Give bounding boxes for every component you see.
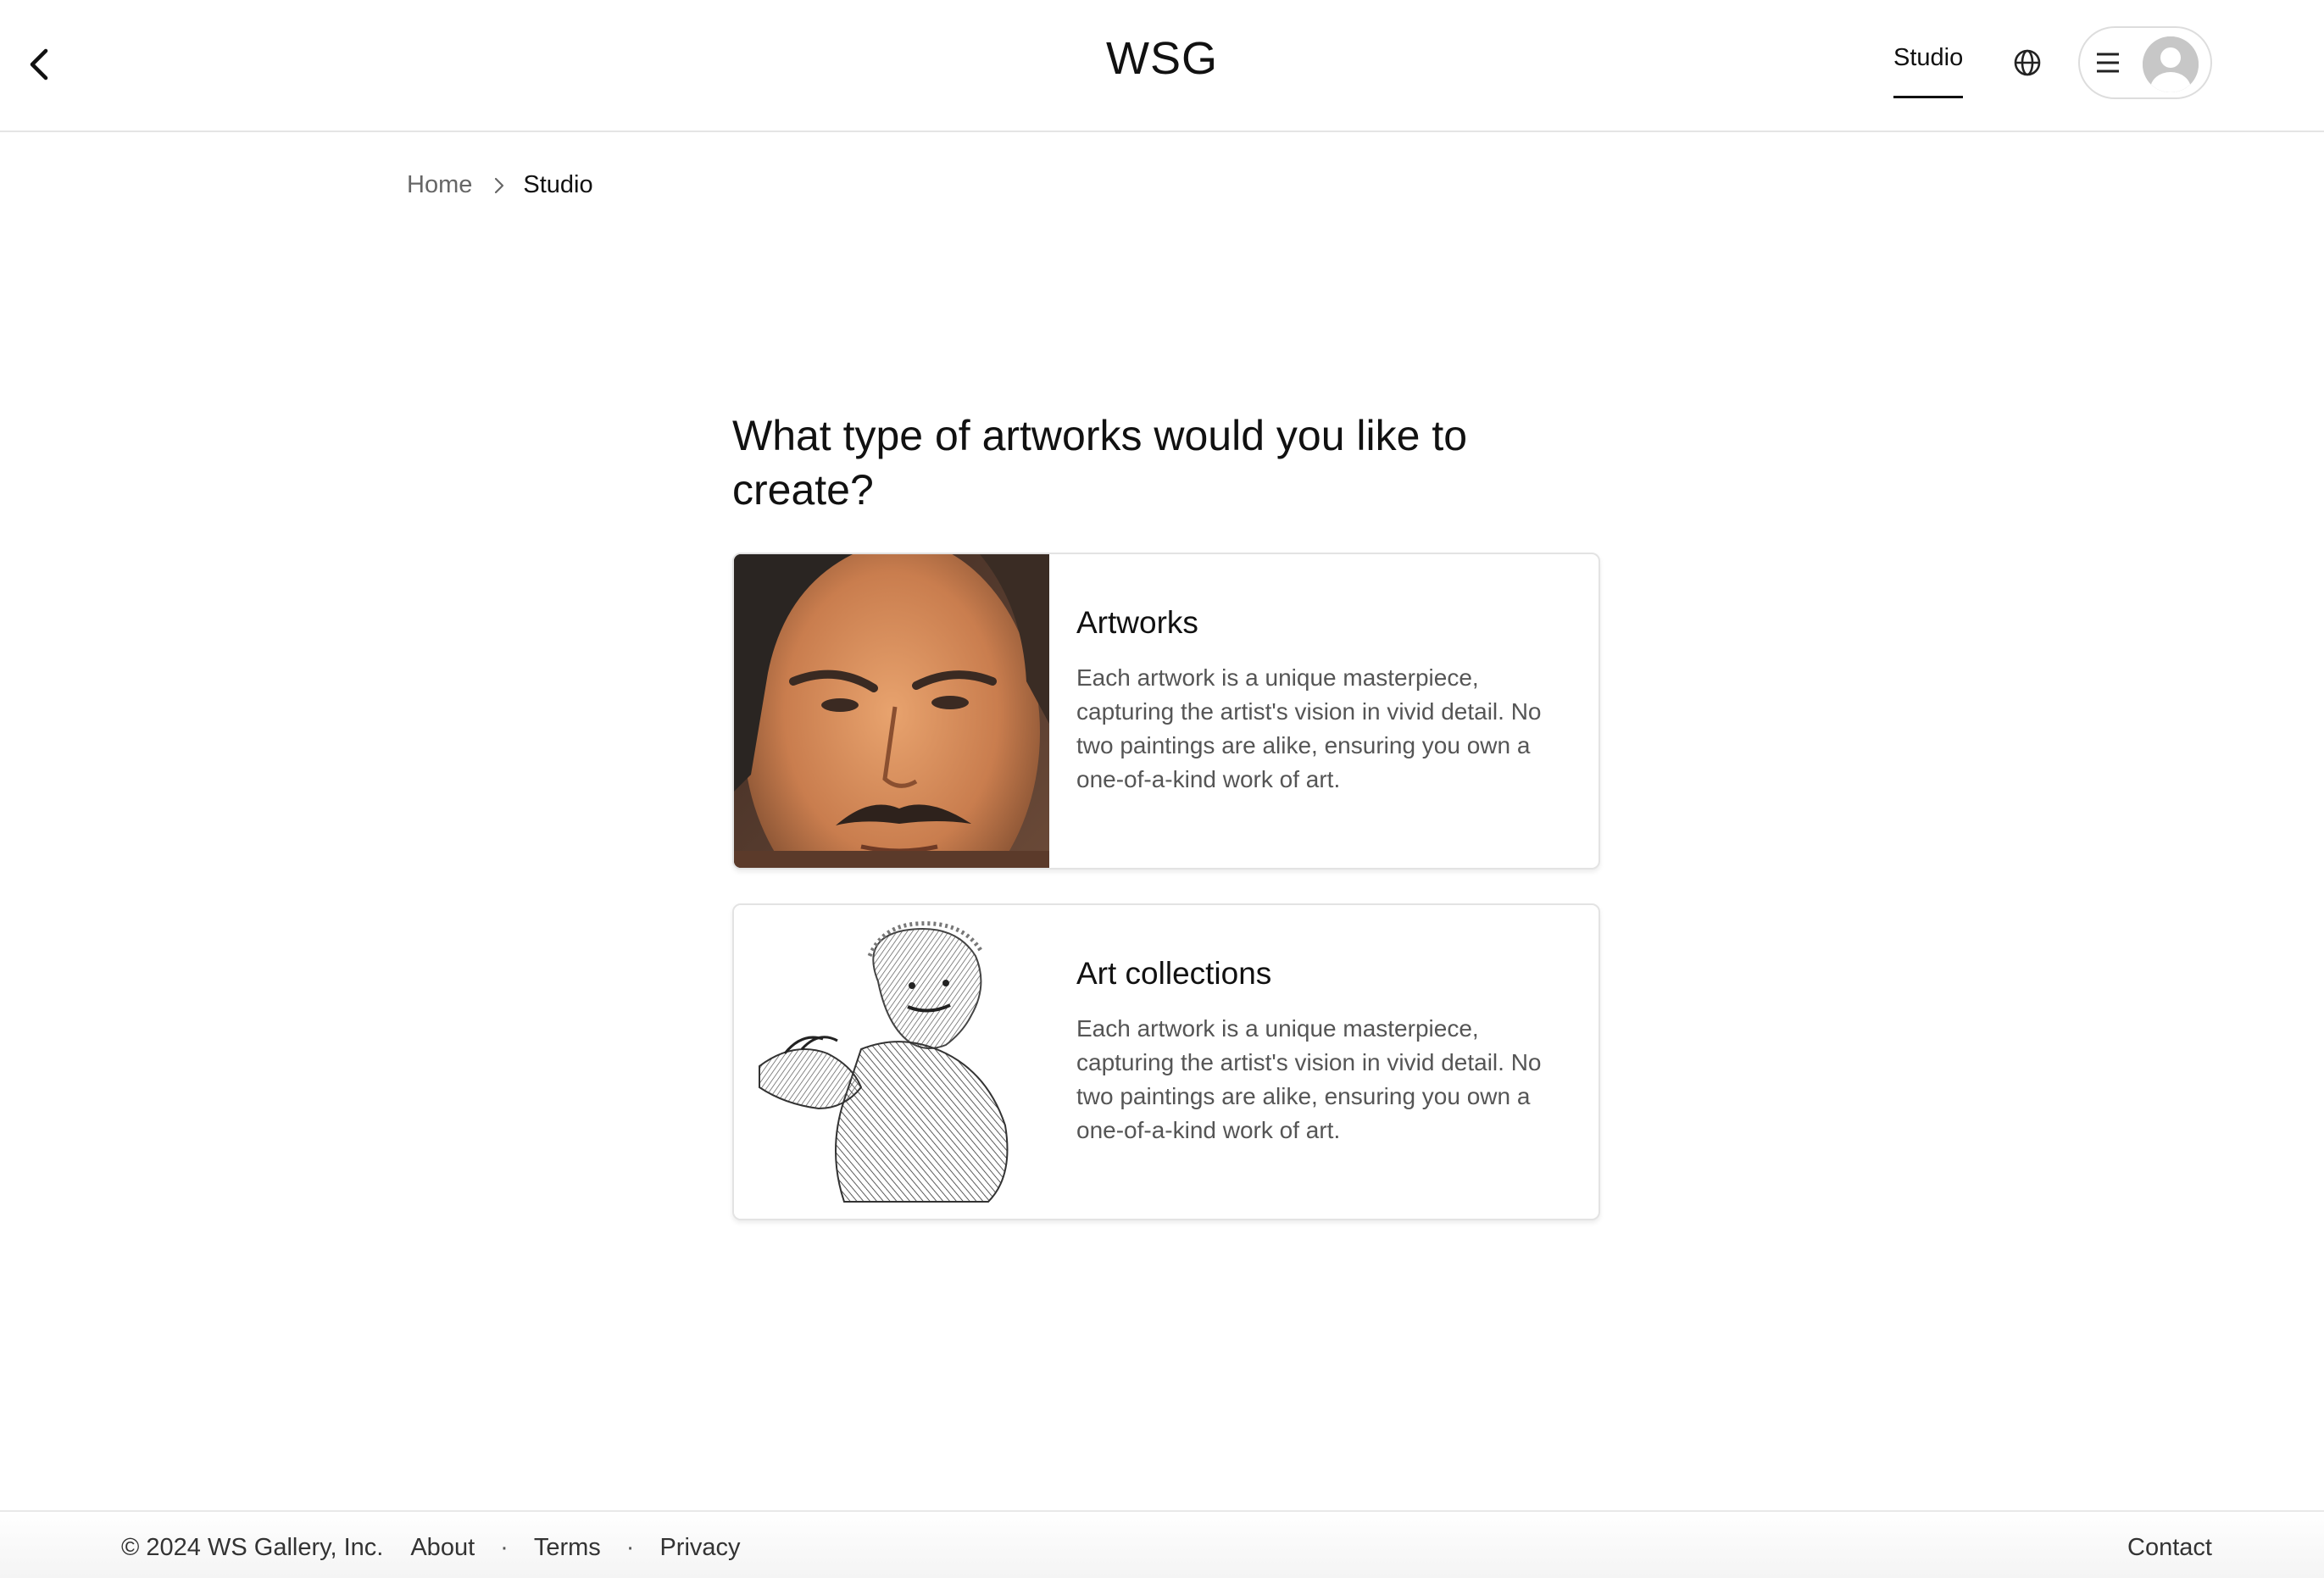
card-title: Artworks bbox=[1076, 605, 1198, 640]
card-description: Each artwork is a unique masterpiece, ca… bbox=[1076, 664, 1542, 792]
chevron-right-icon bbox=[494, 177, 504, 194]
breadcrumb-current: Studio bbox=[523, 171, 593, 198]
user-menu-button[interactable] bbox=[2078, 26, 2212, 99]
nav-link-studio[interactable]: Studio bbox=[1893, 44, 1964, 98]
site-logo[interactable]: WSG bbox=[0, 32, 2324, 85]
footer-terms-link[interactable]: Terms bbox=[534, 1534, 601, 1562]
breadcrumb-home-link[interactable]: Home bbox=[407, 171, 472, 199]
chevron-left-icon bbox=[30, 48, 48, 81]
breadcrumb: Home Studio bbox=[407, 171, 593, 199]
footer-contact-link[interactable]: Contact bbox=[2127, 1534, 2212, 1562]
art-collections-card-body: Art collections Each artwork is a unique… bbox=[1076, 956, 1576, 1147]
portrait-painting-image bbox=[734, 554, 1049, 868]
footer-separator: · bbox=[500, 1534, 509, 1561]
footer-about-link[interactable]: About bbox=[410, 1534, 475, 1562]
artworks-option-card[interactable]: Artworks Each artwork is a unique master… bbox=[732, 553, 1600, 870]
hamburger-menu-icon bbox=[2097, 53, 2119, 73]
page-footer: © 2024 WS Gallery, Inc. About · Terms · … bbox=[0, 1510, 2324, 1578]
language-button[interactable] bbox=[2010, 46, 2044, 80]
card-title: Art collections bbox=[1076, 956, 1272, 991]
page-question-heading: What type of artworks would you like to … bbox=[732, 412, 1468, 514]
user-avatar-icon bbox=[2143, 36, 2199, 92]
copyright-text: © 2024 WS Gallery, Inc. bbox=[121, 1534, 384, 1561]
globe-icon bbox=[2014, 49, 2041, 76]
footer-separator: · bbox=[625, 1534, 635, 1561]
artworks-card-body: Artworks Each artwork is a unique master… bbox=[1076, 605, 1576, 797]
back-button[interactable] bbox=[19, 41, 59, 88]
footer-links: © 2024 WS Gallery, Inc. About · Terms · … bbox=[121, 1534, 741, 1562]
card-description: Each artwork is a unique masterpiece, ca… bbox=[1076, 1015, 1542, 1143]
top-header: WSG Studio bbox=[0, 0, 2324, 132]
art-collections-option-card[interactable]: Art collections Each artwork is a unique… bbox=[732, 903, 1600, 1220]
footer-privacy-link[interactable]: Privacy bbox=[659, 1534, 740, 1562]
engraved-portrait-image bbox=[734, 905, 1049, 1219]
